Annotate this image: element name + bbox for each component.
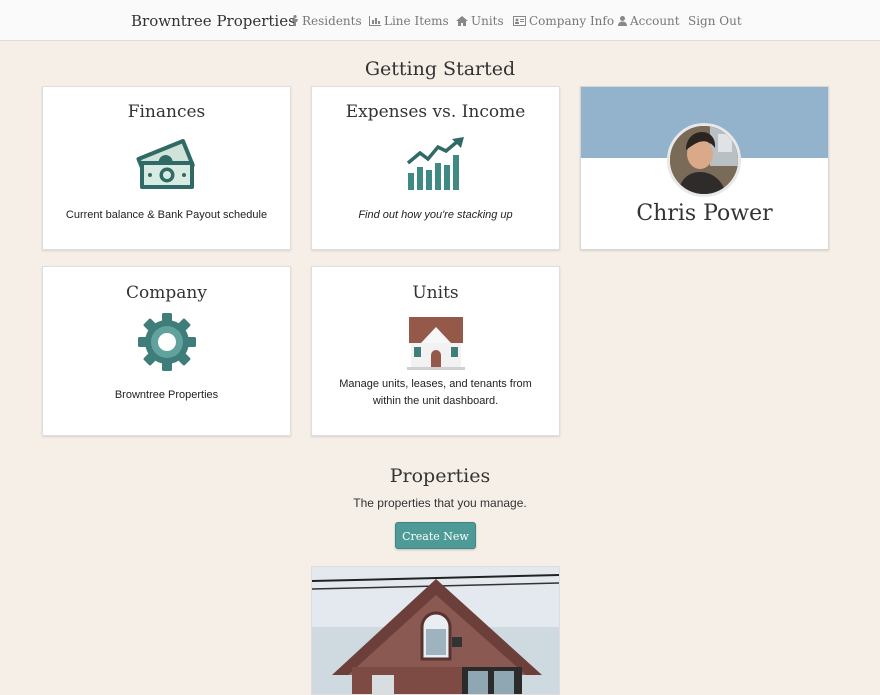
nav-sign-out[interactable]: Sign Out [688, 14, 742, 28]
units-card-description: Manage units, leases, and tenants from w… [339, 378, 532, 407]
nav-residents[interactable]: Residents [291, 14, 362, 28]
nav-company-info-label: Company Info [529, 14, 615, 28]
property-photo [312, 567, 559, 694]
nav-units-label: Units [471, 14, 504, 28]
nav-account-label: Account [630, 14, 680, 28]
nav-line-items[interactable]: Line Items [369, 14, 449, 28]
expenses-income-card[interactable]: Expenses vs. Income Find out how you're … [311, 86, 560, 250]
nav-sign-out-label: Sign Out [688, 14, 742, 28]
expenses-income-card-title: Expenses vs. Income [345, 102, 526, 122]
finances-card[interactable]: Finances Current balance & Bank Payout s… [42, 86, 291, 250]
house-icon [407, 317, 465, 370]
properties-heading: Properties [389, 465, 491, 487]
company-card-title: Company [126, 283, 207, 303]
home-icon [456, 16, 468, 26]
bar-chart-icon [369, 16, 381, 26]
getting-started-heading: Getting Started [364, 58, 516, 80]
create-new-button[interactable]: Create New [395, 522, 476, 549]
avatar[interactable] [667, 123, 741, 197]
money-icon [136, 139, 195, 189]
properties-subtitle: The properties that you manage. [353, 496, 527, 510]
id-card-icon [513, 16, 526, 26]
finances-card-description: Current balance & Bank Payout schedule [65, 209, 268, 221]
company-card-description: Browntree Properties [114, 389, 219, 401]
units-card[interactable]: Units Manage units, leases, and tenants … [311, 266, 560, 436]
expenses-income-card-description: Find out how you're stacking up [358, 209, 513, 221]
top-navbar: Browntree Properties Residents Line Item… [0, 0, 880, 41]
profile-name: Chris Power [636, 201, 773, 226]
profile-photo [670, 126, 738, 194]
profile-card[interactable]: Chris Power [580, 86, 829, 250]
nav-company-info[interactable]: Company Info [513, 14, 614, 28]
gear-icon [138, 313, 196, 371]
user-icon [618, 16, 627, 26]
person-icon [292, 15, 298, 26]
units-card-title: Units [412, 283, 459, 303]
growth-chart-icon [406, 137, 464, 190]
nav-units[interactable]: Units [456, 14, 504, 28]
finances-card-title: Finances [127, 102, 206, 122]
nav-line-items-label: Line Items [384, 14, 449, 28]
property-card-image[interactable] [311, 566, 560, 695]
company-card[interactable]: Company Browntree Properties [42, 266, 291, 436]
brand-link[interactable]: Browntree Properties [131, 12, 296, 30]
nav-account[interactable]: Account [618, 14, 680, 28]
nav-residents-label: Residents [302, 14, 362, 28]
